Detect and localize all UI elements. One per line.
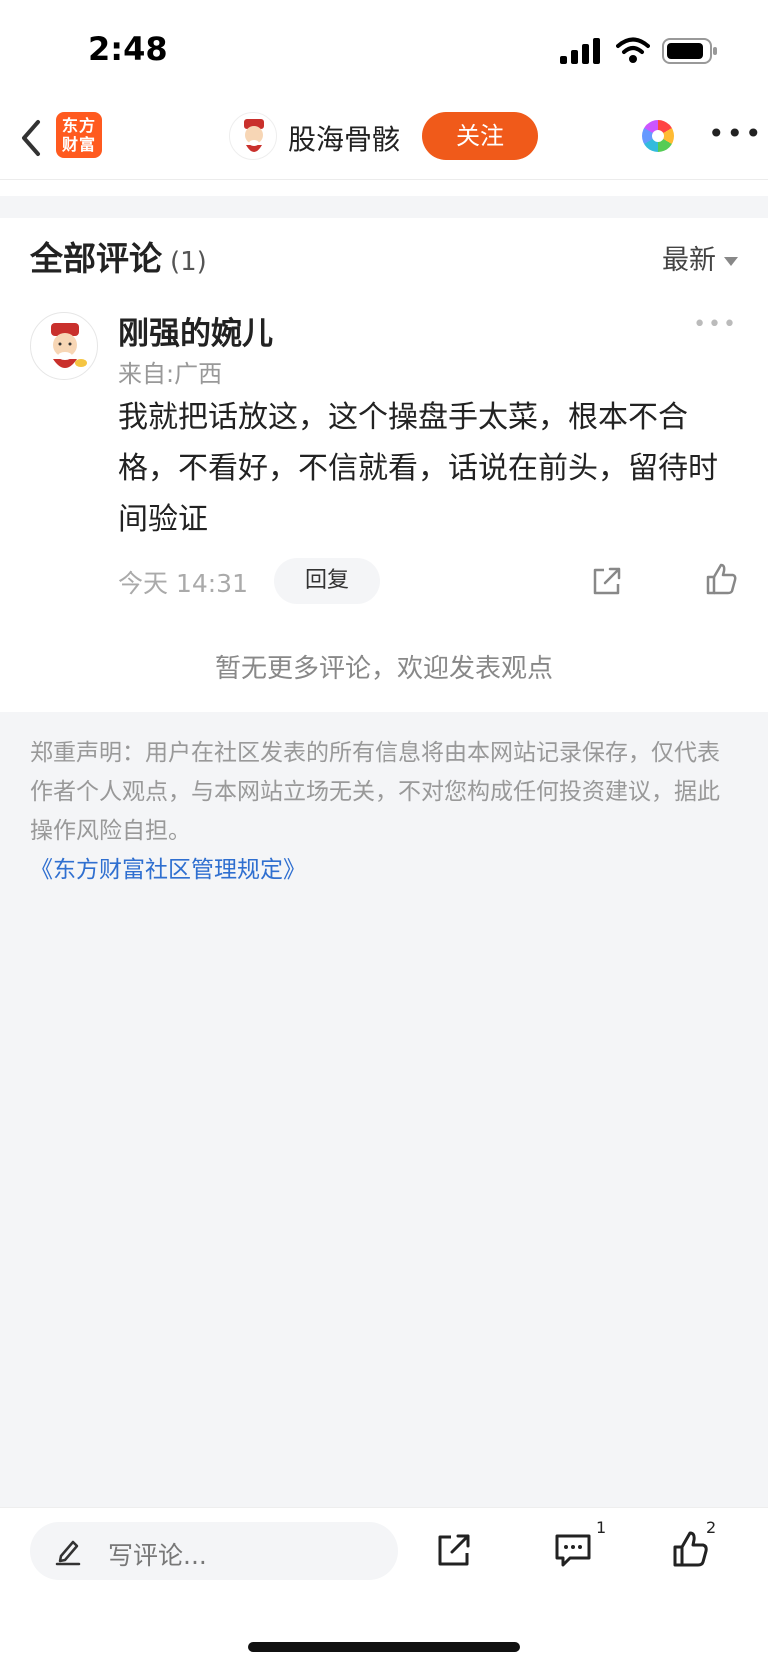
community-rules-link[interactable]: 《东方财富社区管理规定》 bbox=[30, 851, 740, 890]
disclaimer-area: 郑重声明：用户在社区发表的所有信息将由本网站记录保存，仅代表作者个人观点，与本网… bbox=[0, 712, 768, 1507]
comment-time: 今天 14:31 bbox=[118, 569, 248, 598]
like-count-badge: 2 bbox=[706, 1518, 717, 1537]
battery-icon bbox=[662, 38, 718, 64]
commenter-name[interactable]: 刚强的婉儿 bbox=[118, 308, 273, 353]
comment-more-icon[interactable]: ••• bbox=[693, 312, 738, 337]
comments-header: 全部评论 (1) 最新 bbox=[30, 232, 738, 280]
status-bar: 2:48 bbox=[0, 0, 768, 100]
home-indicator bbox=[248, 1642, 520, 1652]
app-logo[interactable]: 东方财富 bbox=[56, 112, 102, 158]
like-icon[interactable] bbox=[672, 1530, 708, 1568]
comments-count: (1) bbox=[170, 247, 207, 277]
commenter-avatar[interactable] bbox=[30, 312, 98, 380]
disclaimer: 郑重声明：用户在社区发表的所有信息将由本网站记录保存，仅代表作者个人观点，与本网… bbox=[30, 734, 740, 890]
like-icon[interactable] bbox=[704, 562, 738, 596]
nav-header: 东方财富 股海骨骸 关注 ••• bbox=[0, 100, 768, 180]
follow-button[interactable]: 关注 bbox=[422, 112, 538, 160]
comments-title: 全部评论 bbox=[30, 239, 162, 278]
pencil-icon bbox=[54, 1536, 82, 1566]
no-more-comments: 暂无更多评论，欢迎发表观点 bbox=[214, 654, 553, 684]
comment-count-badge: 1 bbox=[596, 1518, 607, 1537]
sort-label: 最新 bbox=[662, 245, 716, 276]
author-name[interactable]: 股海骨骸 bbox=[288, 118, 400, 158]
comment-icon[interactable] bbox=[554, 1532, 592, 1568]
bottom-bar: 写评论... 1 2 bbox=[0, 1507, 768, 1663]
back-icon[interactable] bbox=[18, 118, 44, 158]
reply-button[interactable]: 回复 bbox=[274, 558, 380, 604]
status-time: 2:48 bbox=[88, 30, 168, 68]
color-wheel-icon[interactable] bbox=[642, 120, 674, 152]
comment-text: 我就把话放这，这个操盘手太菜，根本不合格，不看好，不信就看，话说在前头，留待时间… bbox=[118, 400, 718, 537]
comment-input[interactable]: 写评论... bbox=[30, 1522, 398, 1580]
section-divider bbox=[0, 196, 768, 218]
disclaimer-text: 郑重声明：用户在社区发表的所有信息将由本网站记录保存，仅代表作者个人观点，与本网… bbox=[30, 740, 720, 844]
more-icon[interactable]: ••• bbox=[708, 120, 764, 148]
share-icon[interactable] bbox=[436, 1532, 472, 1568]
caret-down-icon bbox=[724, 257, 738, 266]
signal-icon bbox=[560, 38, 602, 64]
author-avatar[interactable] bbox=[229, 112, 277, 160]
wifi-icon bbox=[616, 36, 650, 64]
share-icon[interactable] bbox=[590, 564, 624, 598]
commenter-location: 来自:广西 bbox=[118, 360, 223, 388]
sort-dropdown[interactable]: 最新 bbox=[662, 238, 738, 277]
comment-input-placeholder: 写评论... bbox=[108, 1541, 207, 1570]
comment-item: 刚强的婉儿 来自:广西 ••• 我就把话放这，这个操盘手太菜，根本不合格，不看好… bbox=[30, 308, 738, 618]
